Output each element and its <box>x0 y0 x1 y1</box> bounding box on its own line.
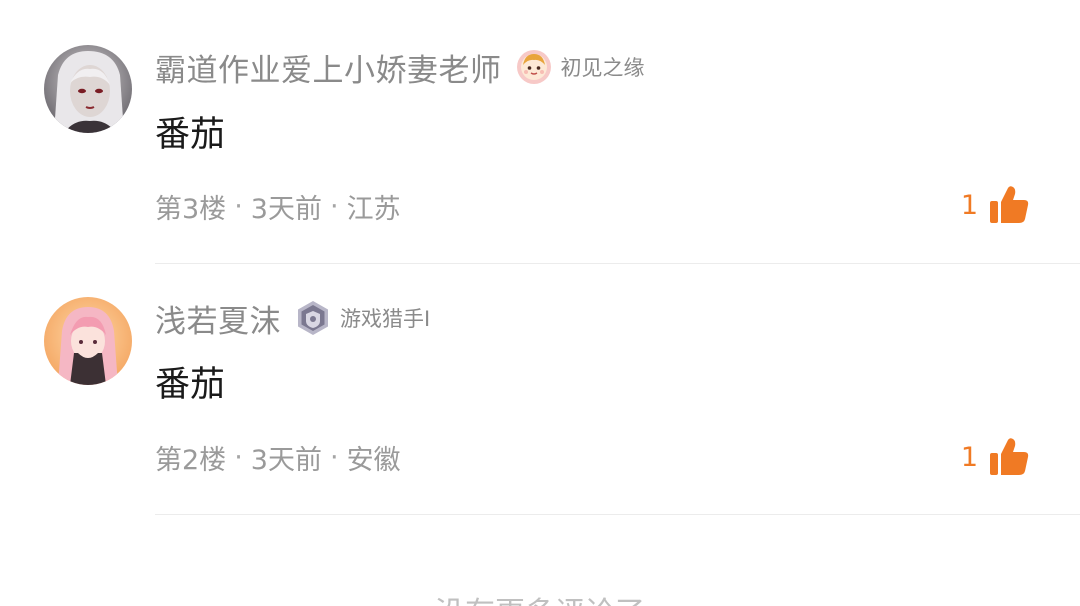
like-button[interactable]: 1 <box>961 184 1030 226</box>
cartoon-avatar-badge-icon <box>516 49 552 85</box>
meta-separator: · <box>329 442 339 473</box>
post-time: 3天前 <box>250 194 322 225</box>
user-badge[interactable]: 初见之缘 <box>516 49 645 85</box>
location: 江苏 <box>346 194 401 225</box>
meta-separator: · <box>329 191 339 222</box>
thumbs-up-icon <box>988 184 1030 226</box>
user-badge[interactable]: 游戏猎手I <box>295 300 430 336</box>
like-count: 1 <box>960 189 978 221</box>
user-avatar[interactable] <box>44 45 132 133</box>
badge-label: 游戏猎手I <box>340 307 431 331</box>
avatar-image <box>44 45 132 133</box>
shield-hexagon-badge-icon <box>295 300 331 336</box>
comment-item: 浅若夏沫 游戏猎手I 番茄 第2楼 · 3天前 · 安徽 1 <box>0 264 1080 515</box>
username[interactable]: 霸道作业爱上小娇妻老师 <box>155 45 502 90</box>
user-avatar[interactable] <box>44 297 132 385</box>
badge-label: 初见之缘 <box>560 56 645 80</box>
thumbs-up-icon <box>988 436 1030 478</box>
comment-list-page: 霸道作业爱上小娇妻老师 初见之缘 番茄 第3楼 · 3天前 · 江苏 1 浅若夏… <box>0 0 1080 606</box>
comment-meta: 第3楼 · 3天前 · 江苏 <box>155 187 401 226</box>
floor-number: 第3楼 <box>155 194 227 225</box>
no-more-comments-text: 没有更多评论了 <box>0 588 1080 606</box>
username-row: 浅若夏沫 游戏猎手I <box>155 296 430 340</box>
like-count: 1 <box>960 441 978 473</box>
like-button[interactable]: 1 <box>961 436 1030 478</box>
meta-separator: · <box>234 191 243 222</box>
meta-separator: · <box>234 442 243 473</box>
comment-item: 霸道作业爱上小娇妻老师 初见之缘 番茄 第3楼 · 3天前 · 江苏 1 <box>0 0 1080 264</box>
comment-content: 番茄 <box>155 115 226 155</box>
location: 安徽 <box>346 445 401 476</box>
post-time: 3天前 <box>250 445 322 476</box>
comment-content: 番茄 <box>155 365 226 405</box>
username-row: 霸道作业爱上小娇妻老师 初见之缘 <box>155 45 645 89</box>
avatar-image <box>44 297 132 385</box>
username[interactable]: 浅若夏沫 <box>155 296 281 341</box>
divider <box>155 514 1080 515</box>
floor-number: 第2楼 <box>155 445 227 476</box>
comment-meta: 第2楼 · 3天前 · 安徽 <box>155 438 401 477</box>
